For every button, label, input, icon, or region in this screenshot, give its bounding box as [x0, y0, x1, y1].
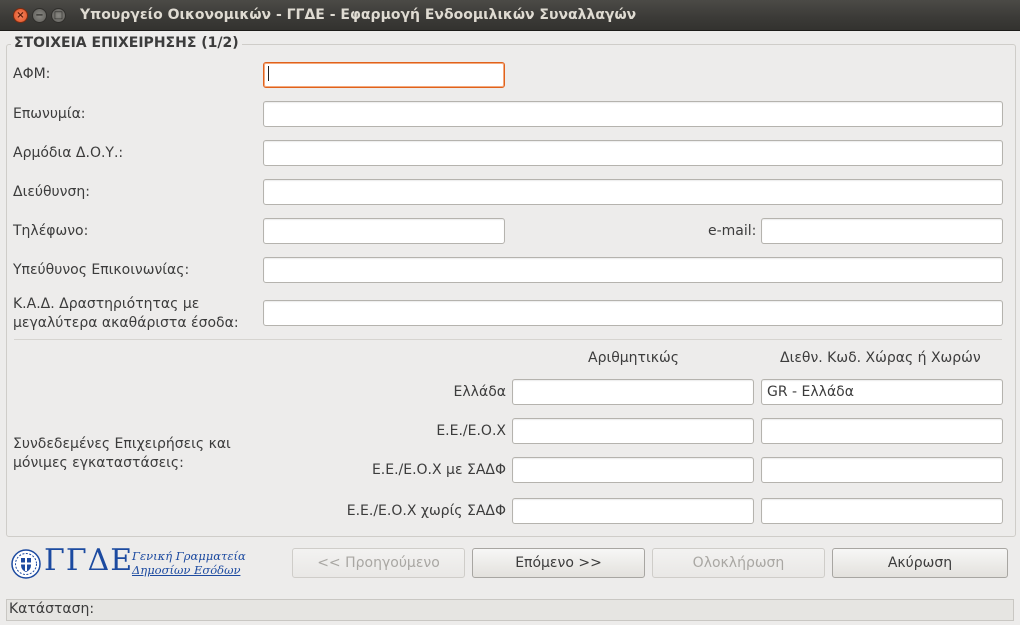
address-input[interactable] [263, 179, 1003, 205]
logo-text-line1: Γενική Γραμματεία [132, 549, 246, 563]
greek-emblem-icon [11, 549, 41, 579]
logo-text-line2: Δημοσίων Εσόδων [132, 563, 241, 577]
contact-label: Υπεύθυνος Επικοινωνίας: [13, 262, 190, 278]
row-label-eu-eea: Ε.Ε./Ε.Ο.Χ [436, 423, 506, 439]
numeric-column-header: Αριθμητικώς [588, 350, 679, 366]
name-label: Επωνυμία: [13, 106, 86, 122]
contact-input[interactable] [263, 257, 1003, 283]
phone-label: Τηλέφωνο: [13, 223, 89, 239]
greece-numeric-input[interactable] [512, 379, 754, 405]
minimize-icon[interactable]: − [32, 8, 47, 23]
row-label-greece: Ελλάδα [453, 384, 506, 400]
phone-input[interactable] [263, 218, 505, 244]
previous-button[interactable]: << Προηγούμενο [292, 548, 465, 578]
doy-input[interactable] [263, 140, 1003, 166]
section-title: ΣΤΟΙΧΕΙΑ ΕΠΙΧΕΙΡΗΣΗΣ (1/2) [11, 35, 242, 51]
related-label-line1: Συνδεδεμένες Επιχειρήσεις και [13, 436, 231, 452]
related-label-line2: μόνιμες εγκαταστάσεις: [13, 455, 184, 471]
eu-eea-without-dta-country-input[interactable] [761, 498, 1003, 524]
maximize-icon[interactable]: □ [51, 8, 66, 23]
section-divider [14, 339, 1002, 340]
kad-label-line1: Κ.Α.Δ. Δραστηριότητας με [13, 296, 200, 312]
greece-country-input[interactable] [761, 379, 1003, 405]
name-input[interactable] [263, 101, 1003, 127]
email-label: e-mail: [708, 223, 757, 239]
afm-label: ΑΦΜ: [13, 66, 51, 82]
afm-input[interactable] [263, 62, 505, 88]
finish-button[interactable]: Ολοκλήρωση [652, 548, 825, 578]
email-input[interactable] [761, 218, 1003, 244]
ggde-logo: ΓΓΔΕ Γενική Γραμματεία Δημοσίων Εσόδων [11, 543, 246, 581]
window-title: Υπουργείο Οικονομικών - ΓΓΔΕ - Εφαρμογή … [80, 7, 637, 23]
close-icon[interactable]: × [13, 8, 28, 23]
eu-eea-numeric-input[interactable] [512, 418, 754, 444]
kad-input[interactable] [263, 300, 1003, 326]
eu-eea-country-input[interactable] [761, 418, 1003, 444]
kad-label-line2: μεγαλύτερα ακαθάριστα έσοδα: [13, 315, 239, 331]
logo-abbreviation: ΓΓΔΕ [44, 543, 134, 578]
row-label-eu-eea-with-dta: Ε.Ε./Ε.Ο.Χ με ΣΑΔΦ [371, 462, 506, 478]
eu-eea-without-dta-numeric-input[interactable] [512, 498, 754, 524]
row-label-eu-eea-without-dta: Ε.Ε./Ε.Ο.Χ χωρίς ΣΑΔΦ [346, 503, 506, 519]
window-titlebar: × − □ Υπουργείο Οικονομικών - ΓΓΔΕ - Εφα… [0, 0, 1020, 31]
country-column-header: Διεθν. Κωδ. Χώρας ή Χωρών [780, 350, 981, 366]
status-bar: Κατάσταση: [6, 599, 1014, 621]
eu-eea-with-dta-numeric-input[interactable] [512, 457, 754, 483]
text-cursor [268, 66, 269, 81]
eu-eea-with-dta-country-input[interactable] [761, 457, 1003, 483]
status-label: Κατάσταση: [9, 601, 95, 617]
address-label: Διεύθυνση: [13, 184, 90, 200]
cancel-button[interactable]: Ακύρωση [832, 548, 1008, 578]
doy-label: Αρμόδια Δ.Ο.Υ.: [13, 145, 124, 161]
next-button[interactable]: Επόμενο >> [472, 548, 645, 578]
